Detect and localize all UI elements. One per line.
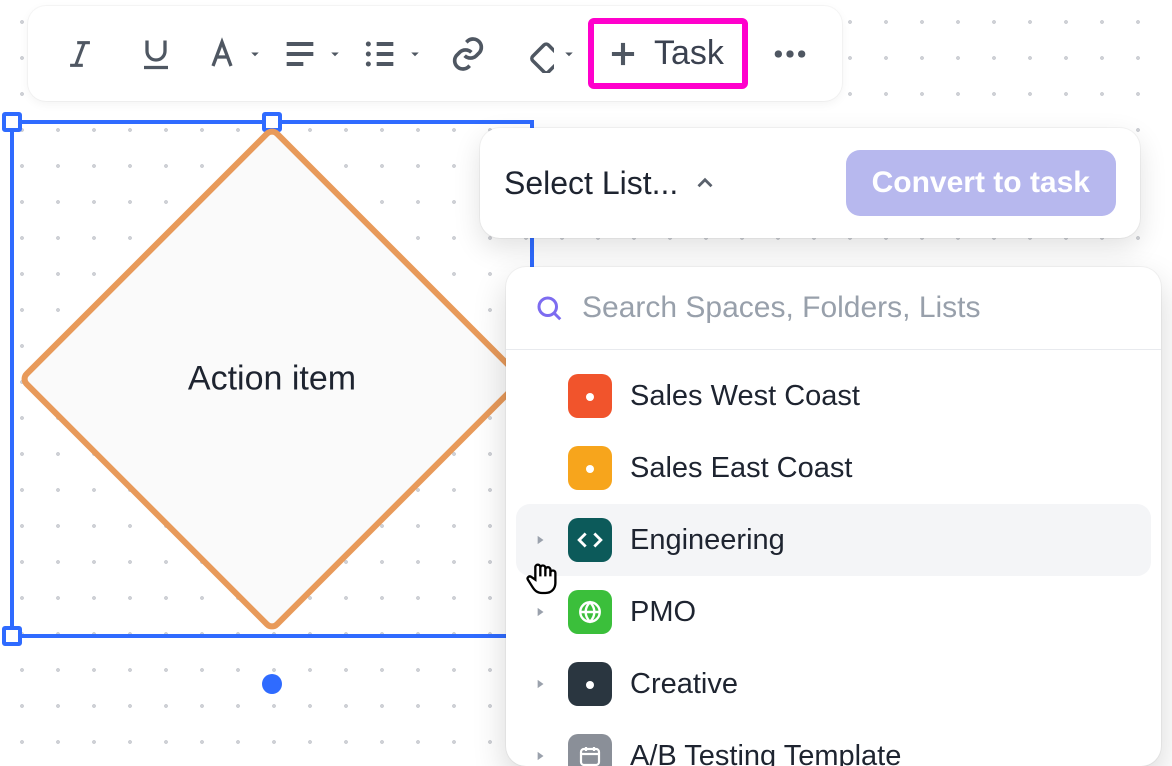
- expand-caret-icon[interactable]: [530, 677, 550, 691]
- formatting-toolbar: Task: [28, 6, 842, 101]
- space-row[interactable]: Creative: [516, 648, 1151, 720]
- connector-handle-bottom[interactable]: [262, 674, 282, 694]
- link-button[interactable]: [434, 20, 502, 88]
- space-name: Sales East Coast: [630, 452, 852, 485]
- select-list-label: Select List...: [504, 165, 678, 202]
- space-icon: [568, 374, 612, 418]
- align-button[interactable]: [274, 20, 346, 88]
- list-picker-dropdown: Sales West Coast Sales East Coast Engine…: [506, 267, 1161, 766]
- space-icon: [568, 662, 612, 706]
- convert-to-task-button[interactable]: Convert to task: [846, 150, 1116, 216]
- shape-selection[interactable]: Action item: [10, 120, 534, 638]
- whiteboard-canvas[interactable]: Action item: [0, 0, 1172, 766]
- space-name: PMO: [630, 596, 696, 629]
- expand-caret-icon[interactable]: [530, 749, 550, 763]
- space-row[interactable]: PMO: [516, 576, 1151, 648]
- space-row[interactable]: Sales West Coast: [516, 360, 1151, 432]
- expand-caret-icon[interactable]: [530, 605, 550, 619]
- search-row: [506, 267, 1161, 350]
- space-row[interactable]: A/B Testing Template: [516, 720, 1151, 766]
- space-icon: [568, 518, 612, 562]
- space-icon: [568, 734, 612, 766]
- shape-picker-button[interactable]: [510, 20, 580, 88]
- space-name: Sales West Coast: [630, 380, 860, 413]
- chevron-up-icon: [692, 170, 718, 196]
- space-row[interactable]: Engineering: [516, 504, 1151, 576]
- list-button[interactable]: [354, 20, 426, 88]
- space-icon: [568, 590, 612, 634]
- select-list-dropdown[interactable]: Select List...: [504, 165, 718, 202]
- add-task-label: Task: [654, 34, 724, 73]
- space-icon: [568, 446, 612, 490]
- spaces-list[interactable]: Sales West Coast Sales East Coast Engine…: [506, 350, 1161, 766]
- resize-handle-bottom-left[interactable]: [2, 626, 22, 646]
- space-name: A/B Testing Template: [630, 740, 901, 766]
- space-row[interactable]: Sales East Coast: [516, 432, 1151, 504]
- underline-button[interactable]: [122, 20, 190, 88]
- search-input[interactable]: [582, 291, 1133, 325]
- add-task-button[interactable]: Task: [588, 18, 748, 89]
- space-name: Engineering: [630, 524, 785, 557]
- shape-label[interactable]: Action item: [188, 360, 356, 399]
- expand-caret-icon[interactable]: [530, 533, 550, 547]
- space-name: Creative: [630, 668, 738, 701]
- convert-popover: Select List... Convert to task: [480, 128, 1140, 238]
- text-color-button[interactable]: [198, 20, 266, 88]
- more-button[interactable]: [756, 20, 824, 88]
- resize-handle-top-left[interactable]: [2, 112, 22, 132]
- search-icon: [534, 293, 564, 323]
- italic-button[interactable]: [46, 20, 114, 88]
